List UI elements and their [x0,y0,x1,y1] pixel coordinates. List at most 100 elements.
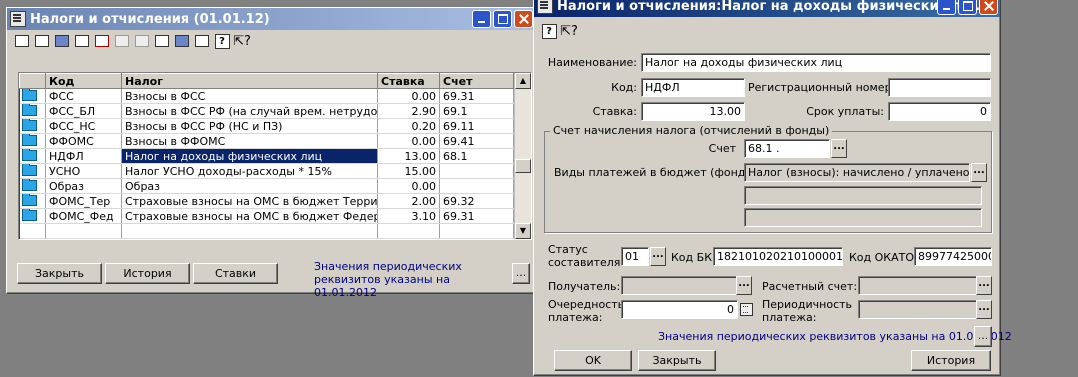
column-header-tax[interactable]: Налог [121,73,378,89]
context-help-icon[interactable]: ⇱? [233,32,251,50]
row-rate: 0.20 [377,118,440,134]
search-icon[interactable] [53,32,71,50]
row-folder-icon [19,193,46,209]
periodicity-field[interactable] [858,300,992,319]
help-icon[interactable]: ? [213,32,231,50]
okato-field[interactable]: 89977425000 [914,247,992,266]
name-field[interactable]: Налог на доходы физических лиц [641,53,991,72]
empty-cell [377,223,440,239]
history-button-label: История [123,267,172,280]
row-account: 69.1 [439,103,514,119]
scroll-down-button[interactable]: ▼ [515,223,531,239]
recipient-select-button[interactable]: ... [736,276,752,295]
payment-types-select-button[interactable]: ... [971,163,987,182]
maximize-button[interactable] [493,10,512,28]
periodicity-label-line1: Периодичность [762,298,853,311]
row-account [439,178,514,194]
recipient-field[interactable] [621,276,752,295]
column-header-code[interactable]: Код [45,73,122,89]
copy-icon[interactable] [153,32,171,50]
scroll-up-button[interactable]: ▲ [515,73,531,89]
delete-icon[interactable] [93,32,111,50]
close-window-button[interactable] [979,0,998,15]
account-select-button[interactable]: ... [831,139,847,158]
table-row[interactable]: ФОМС_Фед Страховые взносы на ОМС в бюджет… [19,208,514,224]
more-button[interactable]: ... [512,263,530,284]
status-field[interactable]: 01 [621,247,649,266]
row-account: 68.1 [439,148,514,164]
add-group-icon[interactable] [33,32,51,50]
periodic-values-note: Значения периодических реквизитов указан… [658,330,1012,343]
column-header-rate[interactable]: Ставка [377,73,440,89]
folder-icon [21,148,37,161]
folder-icon [21,193,37,206]
ok-button[interactable]: OK [554,350,632,371]
close-button[interactable]: Закрыть [17,263,102,284]
table-row[interactable]: ФОМС_Тер Страховые взносы на ОМС в бюджет… [19,193,514,209]
priority-label-line1: Очередность [548,298,625,311]
row-code: ФОМС_Тер [45,193,122,209]
print-icon[interactable] [193,32,211,50]
maximize-button[interactable] [958,0,977,15]
history-button[interactable]: История [911,350,991,371]
table-row[interactable]: ФСС Взносы в ФСС 0.00 69.31 [19,88,514,104]
minimize-button[interactable] [472,10,491,28]
code-field[interactable]: НДФЛ [641,78,745,97]
table-row[interactable]: ФСС_БЛ Взносы в ФСС РФ (на случай врем. н… [19,103,514,119]
minimize-button[interactable] [937,0,956,15]
empty-row [19,223,514,239]
settlement-field[interactable] [858,276,992,295]
row-tax-name: Страховые взносы на ОМС в бюджет Федерал… [121,208,378,224]
kbk-field[interactable]: 18210102021010000110 [713,247,843,266]
row-folder-icon [19,163,46,179]
more-button[interactable]: ... [974,326,992,347]
table-row[interactable]: УСНО Налог УСНО доходы-расходы * 15% 15.00 [19,163,514,179]
table-row[interactable]: ФСС_НС Взносы в ФСС РФ (НС и ПЗ) 0.20 69.11 [19,118,514,134]
move-icon[interactable] [113,32,131,50]
row-folder-icon [19,208,46,224]
folder-icon [21,178,37,191]
payment-types-field[interactable]: Налог (взносы): начислено / уплачено [744,163,970,182]
vertical-scrollbar[interactable]: ▲ ▼ [514,73,531,239]
help-icon[interactable]: ? [540,22,558,40]
row-account: 69.32 [439,193,514,209]
status-select-button[interactable]: ... [650,247,666,266]
row-rate: 0.00 [377,178,440,194]
periodicity-select-button[interactable]: ... [976,300,992,319]
folder-icon [21,208,37,221]
settlement-select-button[interactable]: ... [976,276,992,295]
taxes-table-grid: Код Налог Ставка Счет ФСС Взносы в ФСС 0.0… [19,73,514,239]
context-help-icon[interactable]: ⇱? [560,22,578,40]
priority-field[interactable]: 0 [621,300,738,319]
edit-icon[interactable] [73,32,91,50]
column-header-account[interactable]: Счет [439,73,514,89]
rates-button-label: Ставки [214,267,257,280]
scroll-thumb[interactable] [515,159,531,173]
reg-number-field[interactable] [888,78,991,97]
table-row[interactable]: НДФЛ Налог на доходы физических лиц 13.00 6… [19,148,514,164]
rates-button[interactable]: Ставки [193,263,278,284]
due-field[interactable]: 0 [888,102,991,121]
taxes-list-titlebar[interactable]: Налоги и отчисления (01.01.12) [7,8,535,30]
tax-edit-titlebar[interactable]: Налоги и отчисления:Налог на доходы физи… [534,0,1000,17]
row-rate: 0.00 [377,133,440,149]
empty-cell [19,223,46,239]
toolbar: ? ⇱? [7,30,535,52]
filter-icon[interactable] [133,32,151,50]
table-row[interactable]: Образ Образ 0.00 [19,178,514,194]
close-button[interactable]: Закрыть [638,350,716,371]
rate-field[interactable]: 13.00 [641,102,745,121]
add-icon[interactable] [13,32,31,50]
hierarchy-icon[interactable] [173,32,191,50]
calculator-icon[interactable] [740,303,753,316]
history-button[interactable]: История [105,263,190,284]
window-title: Налоги и отчисления:Налог на доходы физи… [557,0,985,14]
close-window-button[interactable] [514,10,533,28]
column-header-icon[interactable] [19,73,46,89]
row-tax-name: Налог на доходы физических лиц [121,148,378,164]
folder-icon [21,118,37,131]
table-row[interactable]: ФФОМС Взносы в ФФОМС 0.00 69.41 [19,133,514,149]
row-tax-name: Взносы в ФСС [121,88,378,104]
account-field[interactable]: 68.1 . [744,139,830,158]
row-account: 69.41 [439,133,514,149]
